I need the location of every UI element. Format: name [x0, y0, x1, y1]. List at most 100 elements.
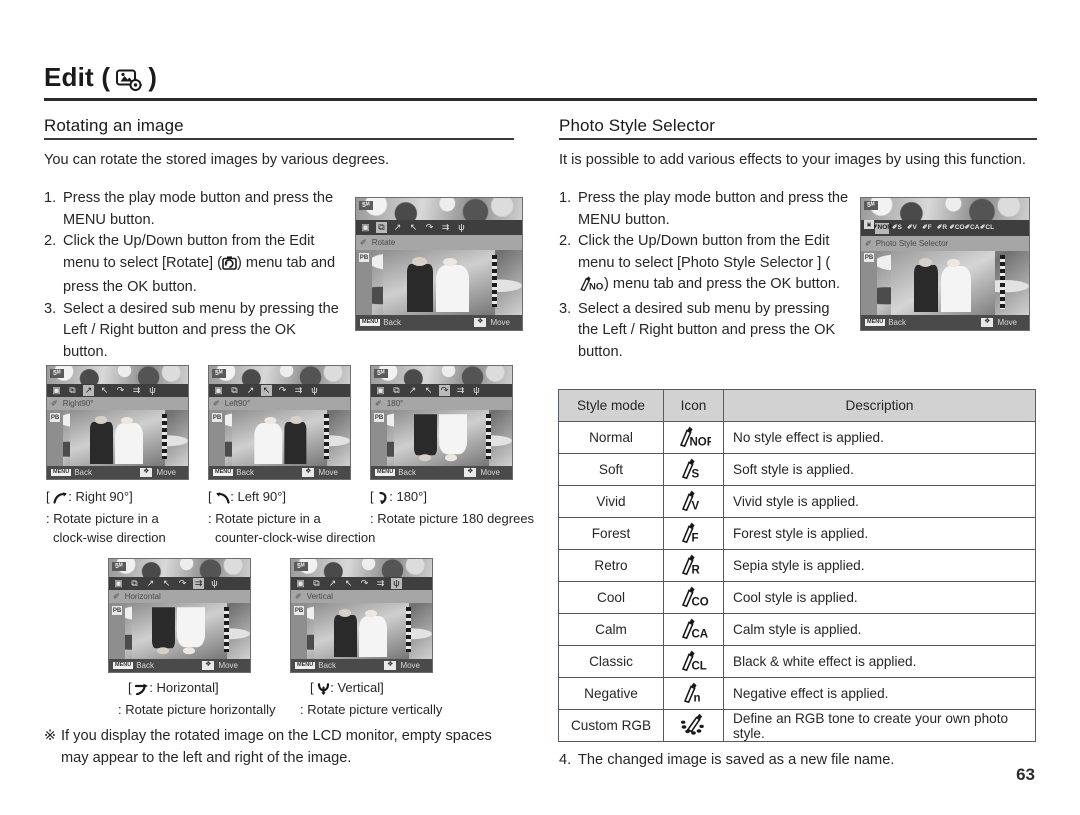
dpad-icon[interactable]: ❖	[302, 468, 315, 477]
lcd-menu-style-cl-icon[interactable]: ✐CL	[980, 223, 994, 234]
section-heading-rotating: Rotating an image	[44, 116, 184, 135]
lcd-foot-bar: MENU Back ❖ Move	[371, 466, 512, 479]
lcd-menu-left90-icon[interactable]: ↖	[408, 222, 419, 233]
lcd-menu-180-icon[interactable]: ↷	[177, 578, 188, 589]
lcd-menu-bar: ▣ ⧉ ↗ ↖ ↷ ⇉ ψ	[109, 577, 250, 590]
caption-title: : Right 90°]	[68, 489, 133, 504]
table-cell-description: Sepia style is applied.	[723, 549, 1036, 582]
lcd-menu-right90-icon[interactable]: ↗	[392, 222, 403, 233]
lcd-menu-horizontal-icon[interactable]: ⇉	[131, 385, 142, 396]
lcd-menu-horizontal-icon[interactable]: ⇉	[293, 385, 304, 396]
180-icon	[377, 490, 389, 509]
dpad-icon[interactable]: ❖	[140, 468, 153, 477]
lcd-menu-style-ca-icon[interactable]: ✐CA	[965, 223, 980, 234]
lcd-menu-180-icon[interactable]: ↷	[439, 385, 450, 396]
dpad-icon[interactable]: ❖	[384, 661, 397, 670]
lcd-menu-style-r-icon[interactable]: ✐R	[935, 223, 949, 234]
lcd-menu-key[interactable]: MENU	[360, 318, 381, 327]
lcd-back-label: Back	[236, 468, 254, 477]
lcd-menu-style-s-icon[interactable]: ✐S	[890, 223, 904, 234]
lcd-menu-vertical-icon[interactable]: ψ	[147, 385, 158, 396]
dpad-icon[interactable]: ❖	[981, 318, 994, 327]
caption-bracket-open: [	[310, 680, 314, 695]
lcd-menu-vertical-icon[interactable]: ψ	[391, 578, 402, 589]
lcd-menu-horizontal-icon[interactable]: ⇉	[193, 578, 204, 589]
lcd-menu-style-f-icon[interactable]: ✐F	[920, 223, 934, 234]
lcd-menu-key[interactable]: MENU	[51, 468, 72, 477]
lcd-menu-bar: ▣ ⧉ ↗ ↖ ↷ ⇉ ψ	[47, 384, 188, 397]
lcd-menu-left90-icon[interactable]: ↖	[261, 385, 272, 396]
lcd-menu-resize-icon[interactable]: ▣	[51, 385, 62, 396]
lcd-menu-horizontal-icon[interactable]: ⇉	[455, 385, 466, 396]
lcd-menu-style-nor-icon[interactable]: ✐NOR	[872, 222, 892, 234]
caption-title: : Horizontal]	[149, 680, 219, 695]
lcd-menu-vertical-icon[interactable]: ψ	[309, 385, 320, 396]
lcd-move-label: Move	[156, 468, 176, 477]
caption-title: : 180°]	[389, 489, 427, 504]
section-heading-photo-style: Photo Style Selector	[559, 116, 716, 135]
lcd-side-button-pb[interactable]: PB	[294, 606, 304, 615]
lcd-menu-style-v-icon[interactable]: ✐V	[905, 223, 919, 234]
lcd-menu-left90-icon[interactable]: ↖	[99, 385, 110, 396]
table-cell-description: No style effect is applied.	[723, 421, 1036, 454]
lcd-size-badge: 5ᴹ	[50, 369, 64, 378]
lcd-menu-rotate-icon[interactable]: ⧉	[229, 385, 240, 396]
lcd-menu-left90-icon[interactable]: ↖	[423, 385, 434, 396]
lcd-submenu-label: Left90°	[224, 399, 251, 408]
lcd-menu-resize-icon[interactable]: ▣	[113, 578, 124, 589]
lcd-menu-key[interactable]: MENU	[113, 661, 134, 670]
lcd-menu-style-co-icon[interactable]: ✐CO	[949, 223, 964, 234]
lcd-menu-key[interactable]: MENU	[865, 318, 886, 327]
table-cell-icon-n-icon: n	[663, 677, 724, 710]
table-header-row: Style mode Icon Description	[558, 389, 1036, 422]
lcd-menu-key[interactable]: MENU	[213, 468, 234, 477]
step-text: Click the Up/Down button from the Edit m…	[63, 231, 344, 299]
lcd-menu-left90-icon[interactable]: ↖	[161, 578, 172, 589]
lcd-side-button-pb[interactable]: PB	[359, 253, 369, 262]
table-cell-style-mode: Normal	[558, 421, 664, 454]
lcd-menu-rotate-icon[interactable]: ⧉	[391, 385, 402, 396]
lcd-menu-resize-icon[interactable]: ▣	[360, 222, 371, 233]
lcd-menu-right90-icon[interactable]: ↗	[245, 385, 256, 396]
lcd-preview-inner	[231, 410, 328, 466]
dpad-icon[interactable]: ❖	[464, 468, 477, 477]
lcd-menu-bar: ▣ ⧉ ↗ ↖ ↷ ⇉ ψ	[356, 220, 522, 235]
lcd-menu-right90-icon[interactable]: ↗	[145, 578, 156, 589]
lcd-menu-180-icon[interactable]: ↷	[277, 385, 288, 396]
lcd-menu-resize-icon[interactable]: ▣	[295, 578, 306, 589]
lcd-menu-180-icon[interactable]: ↷	[359, 578, 370, 589]
lcd-menu-horizontal-icon[interactable]: ⇉	[440, 222, 451, 233]
rotate-icon	[222, 255, 237, 278]
lcd-side-button-pb[interactable]: PB	[50, 413, 60, 422]
lcd-menu-right90-icon[interactable]: ↗	[327, 578, 338, 589]
lcd-menu-left90-icon[interactable]: ↖	[343, 578, 354, 589]
lcd-menu-right90-icon[interactable]: ↗	[83, 385, 94, 396]
lcd-menu-rotate-icon[interactable]: ⧉	[311, 578, 322, 589]
lcd-menu-vertical-icon[interactable]: ψ	[456, 222, 467, 233]
lcd-side-button-pb[interactable]: PB	[374, 413, 384, 422]
lcd-menu-rotate-icon[interactable]: ⧉	[67, 385, 78, 396]
lcd-menu-key[interactable]: MENU	[295, 661, 316, 670]
lcd-menu-right90-icon[interactable]: ↗	[407, 385, 418, 396]
lcd-film-strip	[1000, 254, 1006, 309]
lcd-side-button-pb[interactable]: PB	[112, 606, 122, 615]
section-rule-right	[559, 138, 1037, 140]
lcd-side-button-pb[interactable]: PB	[212, 413, 222, 422]
lcd-menu-180-icon[interactable]: ↷	[115, 385, 126, 396]
lcd-menu-rotate-icon[interactable]: ⧉	[129, 578, 140, 589]
step-number: 3.	[44, 300, 57, 317]
lcd-menu-resize-icon[interactable]: ▣	[213, 385, 224, 396]
dpad-icon[interactable]: ❖	[474, 318, 487, 327]
lcd-side-button-pb[interactable]: PB	[864, 253, 874, 262]
lcd-back-label: Back	[383, 318, 401, 327]
dpad-icon[interactable]: ❖	[202, 661, 215, 670]
lcd-screenshot-photo-style-menu: 5ᴹ ▣ ✐NOR ✐S ✐V ✐F ✐R ✐CO ✐CA ✐CL ✐ Photo Style Sel…	[860, 197, 1030, 331]
lcd-menu-vertical-icon[interactable]: ψ	[209, 578, 220, 589]
lcd-menu-180-icon[interactable]: ↷	[424, 222, 435, 233]
lcd-menu-horizontal-icon[interactable]: ⇉	[375, 578, 386, 589]
vertical-icon	[317, 681, 330, 700]
lcd-menu-resize-icon[interactable]: ▣	[375, 385, 386, 396]
lcd-menu-rotate-icon[interactable]: ⧉	[376, 222, 387, 233]
lcd-menu-vertical-icon[interactable]: ψ	[471, 385, 482, 396]
lcd-menu-key[interactable]: MENU	[375, 468, 396, 477]
